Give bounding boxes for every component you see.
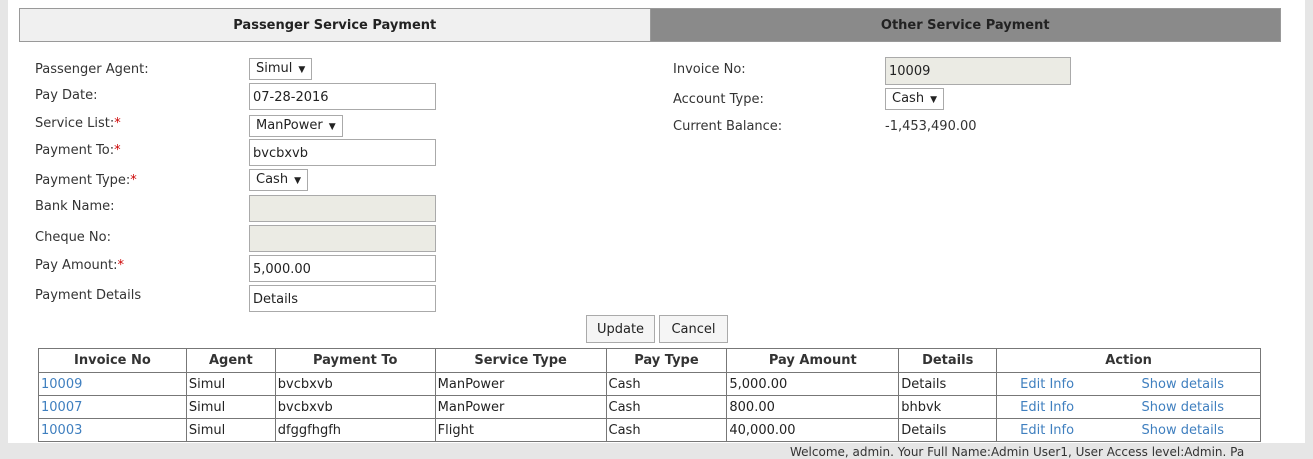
payment-tabs: Passenger Service Payment Other Service … [19,8,1281,42]
required-marker: * [114,143,121,158]
pay-amount-cell: 800.00 [726,395,900,419]
column-header-agent[interactable]: Agent [185,348,276,373]
payment-to-cell: bvcbxvb [274,372,436,396]
show-details-link[interactable]: Show details [1111,372,1261,396]
table-row: 10003 Simul dfggfhgfh Flight Cash 40,000… [38,418,1261,442]
payments-table: Invoice No Agent Payment To Service Type… [38,348,1261,442]
pay-amount-input[interactable]: 5,000.00 [249,255,436,282]
payment-to-input[interactable]: bvcbxvb [249,139,436,166]
invoice-link[interactable]: 10009 [38,372,187,396]
tab-other-service-payment[interactable]: Other Service Payment [650,9,1280,41]
bank-name-label: Bank Name: [35,199,115,214]
column-header-pay-type[interactable]: Pay Type [605,348,728,373]
passenger-agent-label: Passenger Agent: [35,62,149,77]
service-type-cell: Flight [434,418,607,442]
payment-to-cell: dfggfhgfh [274,418,436,442]
table-row: 10009 Simul bvcbxvb ManPower Cash 5,000.… [38,372,1261,396]
service-type-cell: ManPower [434,395,607,419]
cheque-no-label: Cheque No: [35,230,111,245]
dropdown-arrow-icon: ▼ [294,176,301,186]
required-marker: * [117,258,125,273]
dropdown-arrow-icon: ▼ [930,95,937,105]
pay-amount-cell: 40,000.00 [726,418,900,442]
edit-info-link[interactable]: Edit Info [996,372,1112,396]
edit-info-link[interactable]: Edit Info [996,418,1112,442]
pay-type-cell: Cash [605,418,728,442]
service-list-select[interactable]: ManPower ▼ [249,115,343,137]
column-header-invoice-no[interactable]: Invoice No [38,348,187,373]
account-type-label: Account Type: [673,92,764,107]
agent-cell: Simul [185,418,276,442]
cancel-button[interactable]: Cancel [659,315,728,343]
column-header-service-type[interactable]: Service Type [434,348,607,373]
account-type-select[interactable]: Cash ▼ [885,88,944,110]
payment-details-label: Payment Details [35,288,142,303]
update-button[interactable]: Update [586,315,655,343]
payment-details-input[interactable]: Details [249,285,436,312]
service-list-label: Service List:* [35,116,121,131]
tab-passenger-service-payment[interactable]: Passenger Service Payment [20,9,651,41]
dropdown-arrow-icon: ▼ [298,65,306,75]
payment-type-label: Payment Type:* [35,173,137,188]
table-row: 10007 Simul bvcbxvb ManPower Cash 800.00… [38,395,1261,419]
invoice-link[interactable]: 10007 [38,395,187,419]
column-header-details[interactable]: Details [898,348,998,373]
column-header-payment-to[interactable]: Payment To [274,348,436,373]
pay-amount-label: Pay Amount:* [35,258,125,273]
invoice-no-label: Invoice No: [673,62,746,77]
invoice-link[interactable]: 10003 [38,418,187,442]
current-balance-value: -1,453,490.00 [885,119,977,134]
service-type-cell: ManPower [434,372,607,396]
invoice-no-input: 10009 [885,57,1071,85]
required-marker: * [114,116,121,131]
page-container: Passenger Service Payment Other Service … [8,0,1305,443]
details-cell: bhbvk [898,395,998,419]
dropdown-arrow-icon: ▼ [328,122,336,132]
footer-welcome-text: Welcome, admin. Your Full Name:Admin Use… [790,445,1245,459]
bank-name-input[interactable] [249,195,436,222]
cheque-no-input[interactable] [249,225,436,252]
pay-type-cell: Cash [605,372,728,396]
show-details-link[interactable]: Show details [1111,395,1261,419]
details-cell: Details [898,372,998,396]
passenger-agent-select[interactable]: Simul ▼ [249,58,313,80]
table-header-row: Invoice No Agent Payment To Service Type… [38,348,1261,373]
payment-panel: Passenger Service Payment Other Service … [19,0,1290,443]
payment-type-select[interactable]: Cash ▼ [249,169,308,191]
current-balance-label: Current Balance: [673,119,783,134]
pay-amount-cell: 5,000.00 [726,372,900,396]
column-header-action: Action [996,348,1261,373]
column-header-pay-amount[interactable]: Pay Amount [726,348,900,373]
agent-cell: Simul [185,372,276,396]
pay-type-cell: Cash [605,395,728,419]
agent-cell: Simul [185,395,276,419]
show-details-link[interactable]: Show details [1111,418,1261,442]
details-cell: Details [898,418,998,442]
payment-to-label: Payment To:* [35,143,121,158]
payment-to-cell: bvcbxvb [274,395,436,419]
pay-date-input[interactable]: 07-28-2016 [249,83,436,110]
pay-date-label: Pay Date: [35,88,98,103]
edit-info-link[interactable]: Edit Info [996,395,1112,419]
required-marker: * [130,173,137,188]
